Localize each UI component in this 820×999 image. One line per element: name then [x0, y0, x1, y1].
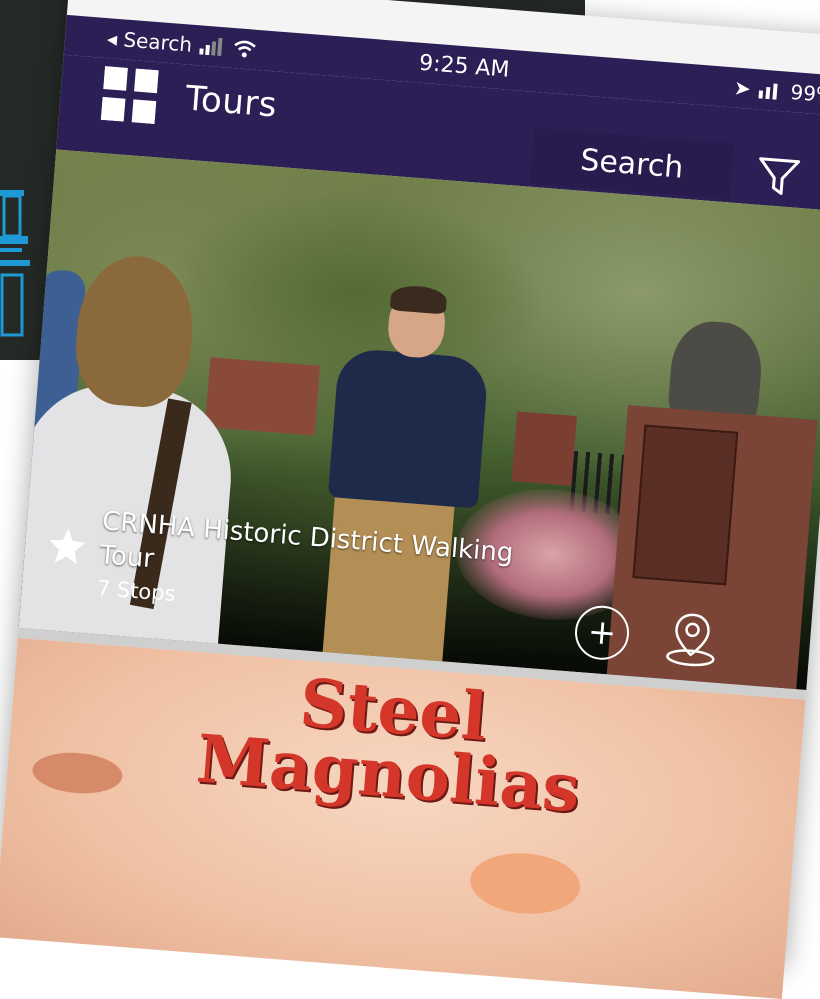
brick-pillar	[511, 411, 577, 486]
phone-screen: ◂ Search 9:25 AM ➤ 99% Tours Search CRNH…	[0, 0, 820, 999]
cell-signal-icon	[757, 83, 778, 100]
star-favorite-icon[interactable]	[46, 525, 89, 568]
poster-title: Steel Magnolias	[157, 660, 626, 827]
location-arrow-icon: ➤	[733, 75, 752, 101]
map-pin-icon[interactable]	[663, 609, 721, 671]
signal-icon	[199, 37, 223, 57]
wifi-icon	[234, 40, 256, 58]
poster-artwork	[30, 749, 124, 797]
poster-artwork	[467, 849, 583, 918]
poster-card[interactable]: Steel Magnolias	[0, 637, 806, 999]
tour-card[interactable]: CRNHA Historic District Walking Tour 7 S…	[18, 149, 820, 690]
grid-menu-icon[interactable]	[100, 66, 159, 125]
monument-plaque	[632, 424, 739, 586]
status-time: 9:25 AM	[418, 50, 511, 83]
guide-figure	[327, 347, 490, 509]
brick-wall	[204, 357, 321, 436]
building-logo-icon	[0, 190, 30, 337]
battery-level: 99%	[789, 79, 820, 108]
plus-icon: +	[586, 611, 618, 654]
back-to-search-link[interactable]: ◂ Search	[106, 26, 193, 57]
page-title: Tours	[184, 78, 279, 126]
filter-icon[interactable]	[755, 154, 802, 201]
